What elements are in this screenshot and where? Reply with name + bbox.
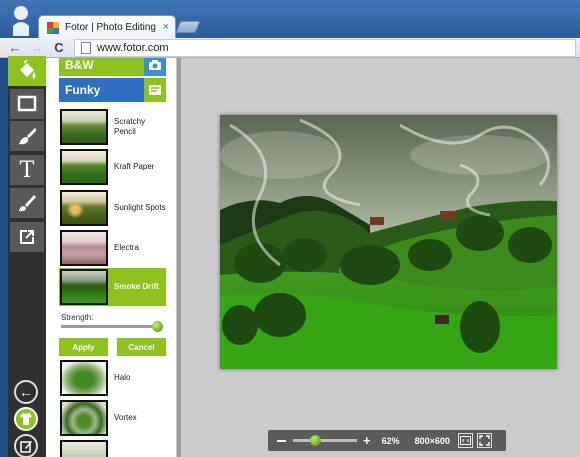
image-dimensions: 800×600: [414, 435, 450, 446]
effect-thumbnail: [60, 230, 108, 266]
effect-smoke-drift[interactable]: Smoke Drift: [59, 268, 166, 306]
tool-effects[interactable]: [8, 56, 46, 86]
effect-label: Vortex: [114, 413, 137, 422]
strength-label: Strength:: [61, 313, 94, 322]
effect-thumbnail: [60, 360, 108, 396]
forward-button[interactable]: →: [26, 39, 48, 57]
zoom-slider-thumb[interactable]: [310, 435, 322, 446]
actual-size-button[interactable]: [457, 433, 473, 448]
paintbrush-icon: [19, 195, 36, 212]
category-bw-label: B&W: [65, 58, 94, 72]
collage-button[interactable]: [14, 407, 38, 431]
address-bar-url: www.fotor.com: [97, 41, 169, 54]
effect-sunlight-spots[interactable]: Sunlight Spots: [59, 189, 166, 227]
effect-label: Sunlight Spots: [114, 203, 166, 212]
strength-slider[interactable]: [61, 321, 164, 332]
category-bw[interactable]: B&W: [59, 58, 166, 76]
zoom-out-button[interactable]: [277, 439, 286, 442]
funky-category-icon: [144, 78, 166, 102]
effect-thumbnail: [60, 269, 108, 305]
effect-halo[interactable]: Halo: [59, 359, 166, 397]
back-home-button[interactable]: ←: [14, 380, 38, 404]
effect-kraft-paper[interactable]: Kraft Paper: [59, 148, 166, 186]
fotor-editor: T ← B&W Funky Scratchy Pencil Kraft Pape…: [8, 56, 580, 457]
effects-panel: B&W Funky Scratchy Pencil Kraft Paper Su…: [46, 58, 177, 457]
tool-tilt-shift[interactable]: [10, 188, 44, 218]
effect-thumbnail: [60, 149, 108, 185]
tool-text[interactable]: T: [10, 155, 44, 185]
category-funky-label: Funky: [65, 83, 101, 97]
new-tab-button[interactable]: [175, 21, 201, 33]
crop-frame-icon: [17, 95, 37, 112]
tool-frames[interactable]: [10, 89, 44, 119]
browser-tab[interactable]: Fotor | Photo Editing Made Simple ×: [38, 15, 176, 39]
tool-strip: T ←: [8, 56, 46, 457]
browser-toolbar: ← → C www.fotor.com: [0, 38, 580, 58]
effect-label: Halo: [114, 373, 131, 382]
zoom-bar: + 62% 800×600: [268, 430, 506, 451]
effect-electra[interactable]: Electra: [59, 229, 166, 267]
edited-photo[interactable]: [220, 115, 557, 369]
user-profile-icon[interactable]: [10, 4, 32, 36]
effect-thumbnail: [60, 400, 108, 436]
tshirt-icon: [20, 413, 32, 425]
edit-button[interactable]: [14, 434, 38, 457]
cancel-button[interactable]: Cancel: [117, 338, 166, 356]
tab-close-icon[interactable]: ×: [163, 21, 169, 33]
text-icon: T: [19, 157, 35, 183]
browser-titlebar: Fotor | Photo Editing Made Simple ×: [0, 0, 580, 39]
tab-title: Fotor | Photo Editing Made Simple: [65, 22, 159, 33]
back-arrow-icon: ←: [19, 384, 33, 400]
effect-label: Kraft Paper: [114, 162, 155, 171]
fit-screen-icon: [479, 435, 490, 446]
effect-label: Scratchy Pencil: [114, 117, 146, 136]
strength-slider-thumb[interactable]: [152, 321, 164, 332]
zoom-percent: 62%: [381, 435, 400, 446]
address-bar[interactable]: www.fotor.com: [74, 38, 576, 57]
reload-button[interactable]: C: [48, 39, 70, 57]
effect-label: Electra: [114, 243, 139, 252]
paint-bucket-icon: [20, 60, 36, 79]
export-icon: [20, 230, 34, 244]
zoom-slider[interactable]: [293, 435, 357, 446]
category-funky[interactable]: Funky: [59, 78, 166, 102]
canvas-area: + 62% 800×600: [181, 58, 580, 457]
tool-stickers[interactable]: [10, 121, 44, 151]
fit-screen-button[interactable]: [476, 433, 492, 448]
effect-scratchy-pencil[interactable]: Scratchy Pencil: [59, 108, 166, 146]
effect-thumbnail: [60, 440, 108, 457]
apply-button[interactable]: Apply: [59, 338, 108, 356]
edit-icon: [19, 440, 32, 453]
effect-next[interactable]: [59, 439, 166, 457]
actual-size-icon: [459, 436, 471, 445]
landscape-photo-image: [220, 115, 557, 369]
page-icon: [81, 41, 91, 54]
bw-category-icon: [144, 58, 166, 76]
effect-thumbnail: [60, 109, 108, 145]
zoom-in-button[interactable]: +: [363, 434, 371, 447]
back-button[interactable]: ←: [4, 39, 26, 57]
tool-export[interactable]: [10, 222, 44, 252]
strength-slider-fill: [61, 325, 158, 328]
brush-stroke-icon: [19, 128, 37, 145]
effect-label: Smoke Drift: [114, 282, 159, 291]
effect-vortex[interactable]: Vortex: [59, 399, 166, 437]
effect-thumbnail: [60, 190, 108, 226]
fotor-favicon-icon: [47, 22, 59, 34]
